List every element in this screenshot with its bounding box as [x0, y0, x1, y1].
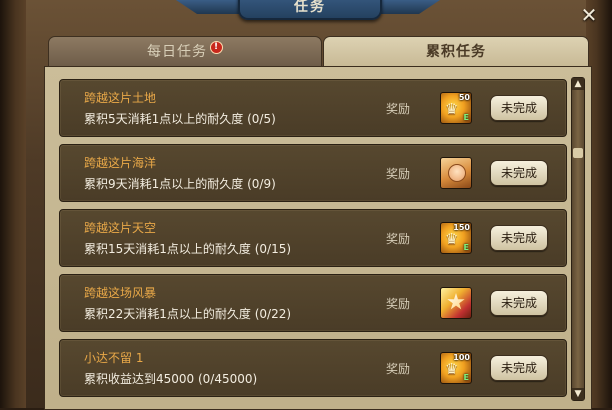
reward-label: 奖励: [386, 102, 411, 116]
task-panel: 跨越这片土地 累积5天消耗1点以上的耐久度 (0/5) 奖励 ♛ 50 E 未完…: [44, 66, 592, 410]
reward-amount: 50: [458, 93, 470, 102]
task-row: 跨越这片土地 累积5天消耗1点以上的耐久度 (0/5) 奖励 ♛ 50 E 未完…: [59, 79, 567, 137]
tab-daily-label: 每日任务: [147, 44, 207, 60]
task-title: 小达不留 1: [84, 351, 144, 365]
star-card-icon[interactable]: [440, 287, 472, 319]
reward-label: 奖励: [386, 167, 411, 181]
task-description: 累积9天消耗1点以上的耐久度 (0/9): [84, 177, 276, 191]
task-row: 小达不留 1 累积收益达到45000 (0/45000) 奖励 ♛ 100 E …: [59, 339, 567, 397]
task-description: 累积15天消耗1点以上的耐久度 (0/15): [84, 242, 292, 256]
reward-amount: 100: [453, 353, 470, 362]
coin-reward-icon[interactable]: ♛ 50 E: [440, 92, 472, 124]
tab-cumulative-label: 累积任务: [426, 44, 486, 60]
window-title: 任务: [238, 0, 382, 20]
status-incomplete-button[interactable]: 未完成: [490, 225, 548, 251]
task-title: 跨越这片天空: [84, 221, 157, 235]
task-row: 跨越这片天空 累积15天消耗1点以上的耐久度 (0/15) 奖励 ♛ 150 E…: [59, 209, 567, 267]
task-title: 跨越这片土地: [84, 91, 157, 105]
scroll-thumb[interactable]: [573, 148, 583, 158]
task-list: 跨越这片土地 累积5天消耗1点以上的耐久度 (0/5) 奖励 ♛ 50 E 未完…: [59, 79, 567, 404]
reward-label: 奖励: [386, 297, 411, 311]
alert-icon: !: [210, 41, 223, 54]
scroll-up-icon[interactable]: ▲: [572, 78, 584, 90]
task-description: 累积收益达到45000 (0/45000): [84, 372, 258, 386]
status-incomplete-button[interactable]: 未完成: [490, 160, 548, 186]
status-incomplete-button[interactable]: 未完成: [490, 95, 548, 121]
reward-amount: 150: [453, 223, 470, 232]
character-card-icon[interactable]: [440, 157, 472, 189]
status-incomplete-button[interactable]: 未完成: [490, 355, 548, 381]
scrollbar[interactable]: ▲ ▼: [571, 77, 585, 401]
task-row: 跨越这场风暴 累积22天消耗1点以上的耐久度 (0/22) 奖励 未完成: [59, 274, 567, 332]
reward-label: 奖励: [386, 232, 411, 246]
task-title: 跨越这场风暴: [84, 286, 157, 300]
task-row: 跨越这片海洋 累积9天消耗1点以上的耐久度 (0/9) 奖励 未完成: [59, 144, 567, 202]
task-title: 跨越这片海洋: [84, 156, 157, 170]
task-description: 累积5天消耗1点以上的耐久度 (0/5): [84, 112, 276, 126]
task-description: 累积22天消耗1点以上的耐久度 (0/22): [84, 307, 292, 321]
scroll-down-icon[interactable]: ▼: [572, 388, 584, 400]
reward-label: 奖励: [386, 362, 411, 376]
tab-cumulative-tasks[interactable]: 累积任务: [323, 36, 589, 69]
tab-daily-tasks[interactable]: 每日任务!: [48, 36, 322, 68]
close-icon[interactable]: ✕: [578, 4, 600, 26]
coin-reward-icon[interactable]: ♛ 150 E: [440, 222, 472, 254]
coin-reward-icon[interactable]: ♛ 100 E: [440, 352, 472, 384]
frame-left-border: [0, 0, 26, 408]
status-incomplete-button[interactable]: 未完成: [490, 290, 548, 316]
